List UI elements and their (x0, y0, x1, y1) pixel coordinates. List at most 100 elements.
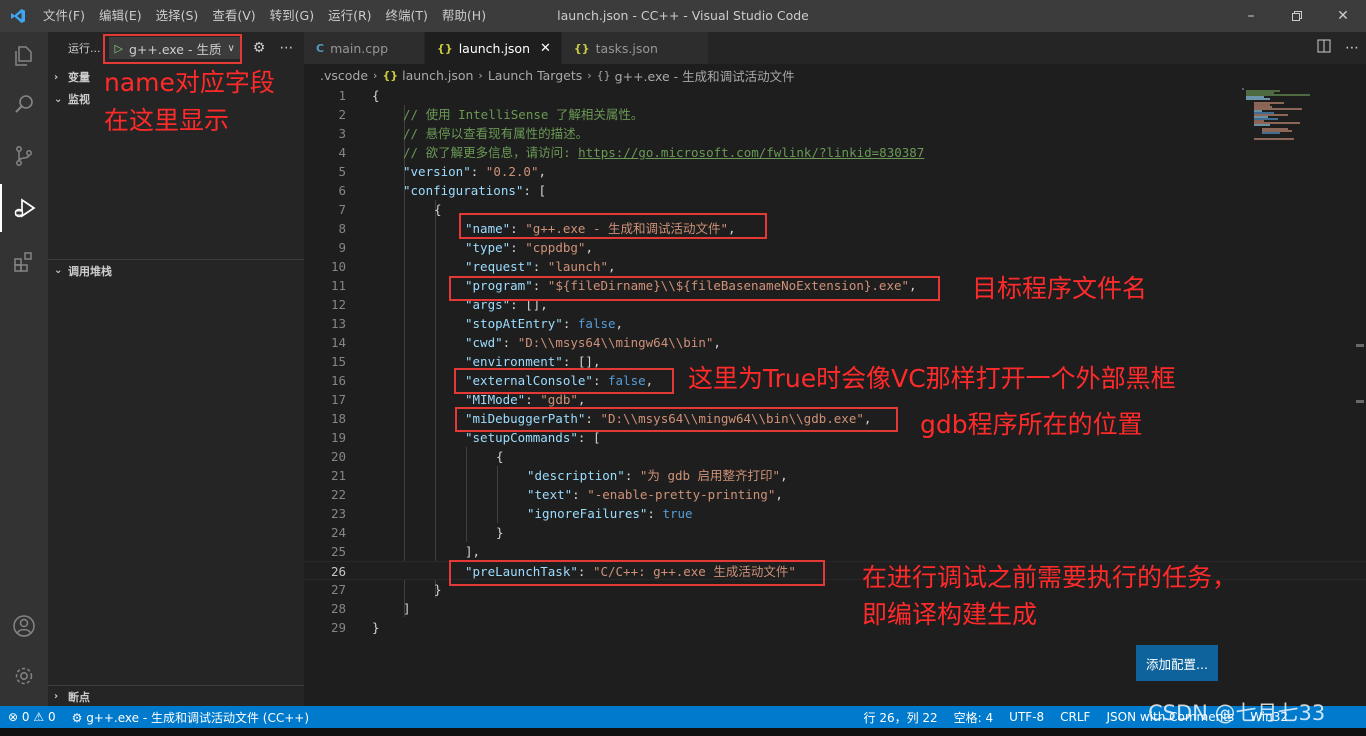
code-line: 13 "stopAtEntry": false, (330, 316, 624, 331)
run-debug-icon[interactable] (0, 184, 48, 232)
warning-icon: ⚠ (33, 710, 45, 724)
debug-icon: ⚙ (71, 710, 83, 725)
tab-label: main.cpp (330, 40, 389, 56)
annotation-box-debugger-path (455, 407, 898, 432)
gear-icon[interactable] (0, 652, 48, 700)
code-line: 1{ (338, 88, 380, 103)
code-line: 14 "cwd": "D:\\msys64\\mingw64\\bin", (330, 335, 721, 350)
code-line: 9 "type": "cppdbg", (338, 240, 593, 255)
vertical-scrollbar[interactable] (1352, 86, 1366, 706)
code-line: 3// 悬停以查看现有属性的描述。 (338, 126, 589, 141)
tab-launch-json[interactable]: {} launch.json ✕ (425, 32, 562, 64)
minimize-icon[interactable]: – (1228, 0, 1274, 32)
split-editor-icon[interactable] (1310, 39, 1338, 57)
menu-go[interactable]: 转到(G) (263, 0, 321, 32)
source-control-icon[interactable] (0, 132, 48, 180)
annotation-name-line2: 在这里显示 (104, 106, 230, 135)
debug-config-status[interactable]: ⚙ g++.exe - 生成和调试活动文件 (CC++) (64, 709, 317, 726)
code-line: 21 "description": "为 gdb 启用整齐打印", (330, 468, 788, 483)
section-callstack[interactable]: ⌄ 调用堆栈 (48, 259, 304, 281)
section-breakpoints[interactable]: › 断点 (48, 685, 304, 707)
code-line: 24} (330, 525, 504, 540)
chevron-right-icon: › (373, 68, 378, 82)
problems-status[interactable]: ⊗ 0 ⚠ 0 (0, 710, 64, 724)
cursor-position[interactable]: 行 26，列 22 (856, 709, 946, 726)
annotation-box-name (459, 213, 767, 239)
json-file-icon: {} (382, 68, 399, 82)
account-icon[interactable] (0, 602, 48, 650)
vscode-logo-icon (0, 0, 36, 32)
section-callstack-label: 调用堆栈 (68, 264, 112, 278)
annotation-prelaunch-line2: 即编译构建生成 (862, 600, 1038, 629)
editor-tabs: C main.cpp {} launch.json ✕ {} tasks.jso… (304, 32, 1366, 64)
code-line: 2// 使用 IntelliSense 了解相关属性。 (338, 107, 644, 122)
annotation-debugger-path: gdb程序所在的位置 (920, 410, 1143, 439)
line-ending[interactable]: CRLF (1052, 710, 1098, 724)
annotation-program: 目标程序文件名 (972, 274, 1148, 303)
chevron-right-icon: › (54, 691, 59, 702)
scrollbar-marker (1356, 344, 1364, 347)
tab-label: tasks.json (595, 40, 658, 56)
breadcrumb-config[interactable]: g++.exe - 生成和调试活动文件 (615, 66, 795, 85)
search-icon[interactable] (0, 80, 48, 128)
chevron-down-icon: ⌄ (54, 265, 63, 276)
scrollbar-marker (1356, 400, 1364, 403)
code-line: 23 "ignoreFailures": true (330, 506, 693, 521)
chevron-right-icon: › (478, 68, 483, 82)
code-line: 29} (330, 620, 380, 635)
tab-tasks-json[interactable]: {} tasks.json (561, 32, 709, 64)
cpp-file-icon: C (316, 41, 325, 55)
taskbar-strip (0, 728, 1366, 736)
menu-run[interactable]: 运行(R) (321, 0, 378, 32)
title-bar: 文件(F) 编辑(E) 选择(S) 查看(V) 转到(G) 运行(R) 终端(T… (0, 0, 1366, 32)
menu-edit[interactable]: 编辑(E) (92, 0, 149, 32)
close-icon[interactable]: ✕ (540, 41, 551, 56)
chevron-right-icon: › (587, 68, 592, 82)
section-variables-label: 变量 (68, 71, 90, 84)
error-icon: ⊗ (8, 710, 19, 724)
breadcrumb-launch-targets[interactable]: Launch Targets (488, 68, 582, 83)
minimap[interactable] (1240, 86, 1340, 146)
menu-bar: 文件(F) 编辑(E) 选择(S) 查看(V) 转到(G) 运行(R) 终端(T… (36, 0, 493, 32)
annotation-box-prelaunch (449, 560, 825, 586)
indentation[interactable]: 空格: 4 (946, 709, 1002, 726)
more-actions-icon[interactable]: ⋯ (1338, 40, 1366, 56)
encoding[interactable]: UTF-8 (1001, 710, 1052, 724)
add-configuration-button[interactable]: 添加配置... (1136, 645, 1218, 681)
breadcrumb-file[interactable]: launch.json (402, 68, 473, 83)
window-controls: – ✕ (1228, 0, 1366, 32)
restore-icon[interactable] (1274, 0, 1320, 32)
json-file-icon: {} (437, 41, 453, 55)
chevron-down-icon: ⌄ (54, 93, 63, 105)
section-breakpoints-label: 断点 (68, 690, 90, 704)
run-label: 运行... (68, 42, 101, 55)
menu-help[interactable]: 帮助(H) (435, 0, 493, 32)
code-line: 10 "request": "launch", (330, 259, 616, 274)
chevron-right-icon: › (54, 71, 59, 83)
menu-view[interactable]: 查看(V) (205, 0, 262, 32)
menu-terminal[interactable]: 终端(T) (379, 0, 435, 32)
close-window-icon[interactable]: ✕ (1320, 0, 1366, 32)
breadcrumb-folder[interactable]: .vscode (320, 68, 368, 83)
code-line: 6 "configurations": [ (338, 183, 546, 198)
more-actions-icon[interactable]: ⋯ (279, 40, 293, 56)
tab-label: launch.json (458, 40, 531, 56)
code-line: 5 "version": "0.2.0", (338, 164, 547, 179)
settings-gear-icon[interactable]: ⚙ (253, 40, 266, 56)
code-editor[interactable]: 1{ 2// 使用 IntelliSense 了解相关属性。 3// 悬停以查看… (304, 86, 1366, 706)
annotation-name-line1: name对应字段 (104, 68, 275, 97)
object-icon: {} (596, 68, 611, 82)
extensions-icon[interactable] (0, 238, 48, 286)
menu-selection[interactable]: 选择(S) (149, 0, 206, 32)
annotation-box-external-console (454, 368, 674, 394)
watermark: CSDN @七月七33 (1148, 701, 1326, 725)
code-line: 28] (330, 601, 411, 616)
explorer-icon[interactable] (0, 32, 48, 80)
tab-main-cpp[interactable]: C main.cpp (304, 32, 426, 64)
annotation-box-program (449, 276, 940, 301)
fwlink-url[interactable]: https://go.microsoft.com/fwlink/?linkid=… (578, 145, 924, 160)
menu-file[interactable]: 文件(F) (36, 0, 92, 32)
code-line: 22 "text": "-enable-pretty-printing", (330, 487, 783, 502)
code-line: 20{ (330, 449, 504, 464)
section-watch-label: 监视 (68, 93, 90, 106)
